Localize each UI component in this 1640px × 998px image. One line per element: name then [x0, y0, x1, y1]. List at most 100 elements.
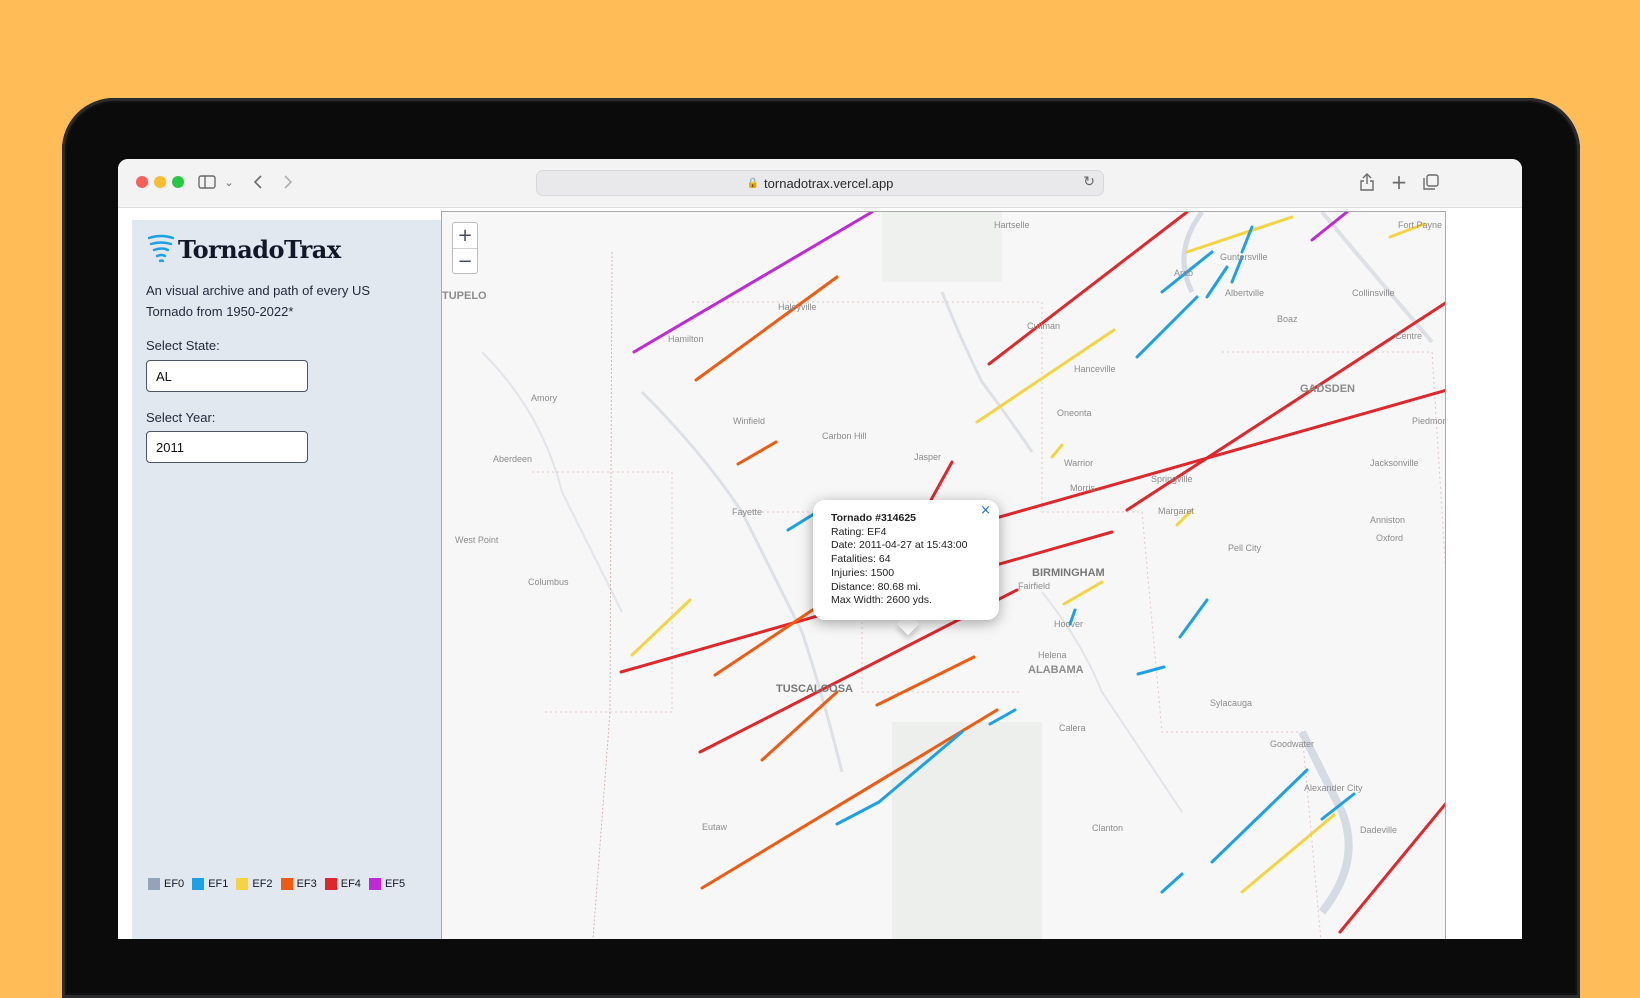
legend-item-ef0: EF0: [148, 878, 184, 890]
tornado-path-ef2[interactable]: [1062, 580, 1104, 606]
tornado-map[interactable]: TUPELO Hamilton Haleyville Hartselle Cul…: [441, 211, 1446, 939]
zoom-in-button[interactable]: +: [453, 223, 477, 248]
browser-window: ⌄ 🔒 tornadotrax.vercel.app ↻ + TornadoTr…: [118, 159, 1522, 939]
tornado-path-ef1[interactable]: [1178, 598, 1209, 639]
popup-width: Max Width: 2600 yds.: [831, 594, 932, 607]
legend-label: EF0: [164, 878, 185, 890]
tabs-overview-icon[interactable]: [1420, 169, 1442, 195]
tornado-path-ef2[interactable]: [1240, 813, 1336, 894]
app-description: An visual archive and path of every US T…: [146, 283, 371, 319]
city-label: West Point: [455, 535, 499, 545]
state-select[interactable]: AL: [146, 360, 308, 392]
city-label: Jasper: [914, 452, 941, 462]
sidebar: TornadoTrax An visual archive and path o…: [132, 220, 446, 939]
city-label: Dadeville: [1360, 825, 1397, 835]
city-label: Sylacauga: [1210, 698, 1252, 708]
forward-icon[interactable]: [278, 169, 298, 195]
city-label: Hartselle: [994, 220, 1030, 230]
chevron-down-icon[interactable]: ⌄: [222, 169, 236, 195]
state-label: Select State:: [146, 338, 220, 353]
city-label: Piedmont: [1412, 416, 1446, 426]
city-label: Alexander City: [1304, 783, 1363, 793]
popup-title: Tornado #314625: [831, 512, 917, 524]
popup-distance: Distance: 80.68 mi.: [831, 580, 921, 593]
city-label: TUSCALOOSA: [776, 683, 853, 695]
city-label: Centre: [1395, 331, 1422, 341]
tornado-path-ef4[interactable]: [929, 460, 954, 502]
city-label: Clanton: [1092, 823, 1123, 833]
popup-rating: Rating: EF4: [831, 525, 887, 538]
tornado-popup: × Tornado #314625 Rating: EF4 Date: 2011…: [813, 500, 999, 620]
zoom-out-button[interactable]: −: [453, 248, 477, 274]
tornado-path-ef2[interactable]: [1050, 443, 1064, 459]
city-label: GADSDEN: [1300, 383, 1355, 395]
city-label: Goodwater: [1270, 739, 1314, 749]
maximize-window-button[interactable]: [172, 176, 184, 188]
city-label: Eutaw: [702, 822, 728, 832]
popup-injuries: Injuries: 1500: [831, 566, 895, 579]
legend-swatch: [324, 878, 337, 890]
year-value: 2011: [156, 439, 184, 455]
reload-icon[interactable]: ↻: [1083, 174, 1095, 190]
city-label: Hamilton: [668, 334, 704, 344]
tornado-path-ef3[interactable]: [875, 655, 976, 707]
city-label: Aberdeen: [493, 454, 532, 464]
tornado-path-ef4[interactable]: [1338, 802, 1446, 934]
legend-label: EF5: [384, 878, 406, 890]
close-window-button[interactable]: [136, 176, 148, 188]
tornado-icon: [148, 234, 174, 263]
legend-item-ef5: EF5: [368, 878, 406, 890]
city-label: Cullman: [1027, 321, 1060, 331]
tornado-path-ef3[interactable]: [736, 440, 778, 466]
close-icon[interactable]: ×: [980, 504, 991, 518]
minimize-window-button[interactable]: [154, 176, 166, 188]
city-label: Arab: [1174, 268, 1193, 278]
city-label: Fairfield: [1018, 581, 1050, 591]
url-text: tornadotrax.vercel.app: [764, 175, 894, 191]
tornado-path-ef1[interactable]: [1160, 872, 1184, 894]
sidebar-toggle-icon[interactable]: [196, 169, 218, 195]
tornado-path-ef1[interactable]: [835, 800, 881, 826]
tornado-path-ef2[interactable]: [1185, 215, 1294, 254]
legend-item-ef1: EF1: [192, 878, 228, 890]
year-label: Select Year:: [146, 410, 216, 425]
rating-legend: EF0 EF1 EF2 EF3 EF4 EF5: [148, 878, 413, 890]
tornado-path-ef2[interactable]: [630, 598, 692, 657]
legend-label: EF2: [252, 878, 273, 890]
lock-icon: 🔒: [746, 177, 760, 189]
popup-date: Date: 2011-04-27 at 15:43:00: [831, 539, 968, 552]
legend-item-ef4: EF4: [324, 878, 361, 890]
city-label: Oneonta: [1057, 408, 1092, 418]
city-label: Springville: [1151, 474, 1193, 484]
city-label: Collinsville: [1352, 288, 1395, 298]
city-label: Jacksonville: [1370, 458, 1419, 468]
back-icon[interactable]: [248, 169, 268, 195]
zoom-control: + −: [452, 222, 478, 274]
year-select[interactable]: 2011: [146, 431, 308, 463]
state-value: AL: [156, 368, 172, 384]
app-logo: TornadoTrax: [148, 234, 341, 264]
tornado-path-ef1[interactable]: [1135, 295, 1199, 359]
tornado-path-ef4[interactable]: [987, 212, 1189, 366]
tornado-path-ef3[interactable]: [694, 275, 839, 382]
new-tab-icon[interactable]: +: [1388, 169, 1410, 195]
city-label: Fayette: [732, 507, 762, 517]
tornado-path-ef2[interactable]: [975, 328, 1116, 424]
address-bar[interactable]: 🔒 tornadotrax.vercel.app ↻: [536, 170, 1104, 196]
city-label: Haleyville: [778, 302, 817, 312]
city-label: Warrior: [1064, 458, 1093, 468]
tornado-path-ef1[interactable]: [1136, 665, 1166, 676]
legend-swatch: [192, 878, 205, 890]
city-label: ALABAMA: [1028, 664, 1084, 676]
city-label: Morris: [1070, 483, 1095, 493]
share-icon[interactable]: [1356, 169, 1378, 195]
browser-toolbar: ⌄ 🔒 tornadotrax.vercel.app ↻ +: [118, 159, 1522, 208]
city-label: Helena: [1038, 650, 1067, 660]
tornado-path-ef5[interactable]: [632, 212, 874, 354]
legend-item-ef3: EF3: [280, 878, 317, 890]
city-label: Anniston: [1370, 515, 1405, 525]
tornado-path-ef1[interactable]: [1205, 265, 1229, 299]
legend-label: EF4: [340, 878, 361, 890]
city-label: Fort Payne: [1398, 220, 1442, 230]
legend-label: EF1: [208, 878, 229, 890]
